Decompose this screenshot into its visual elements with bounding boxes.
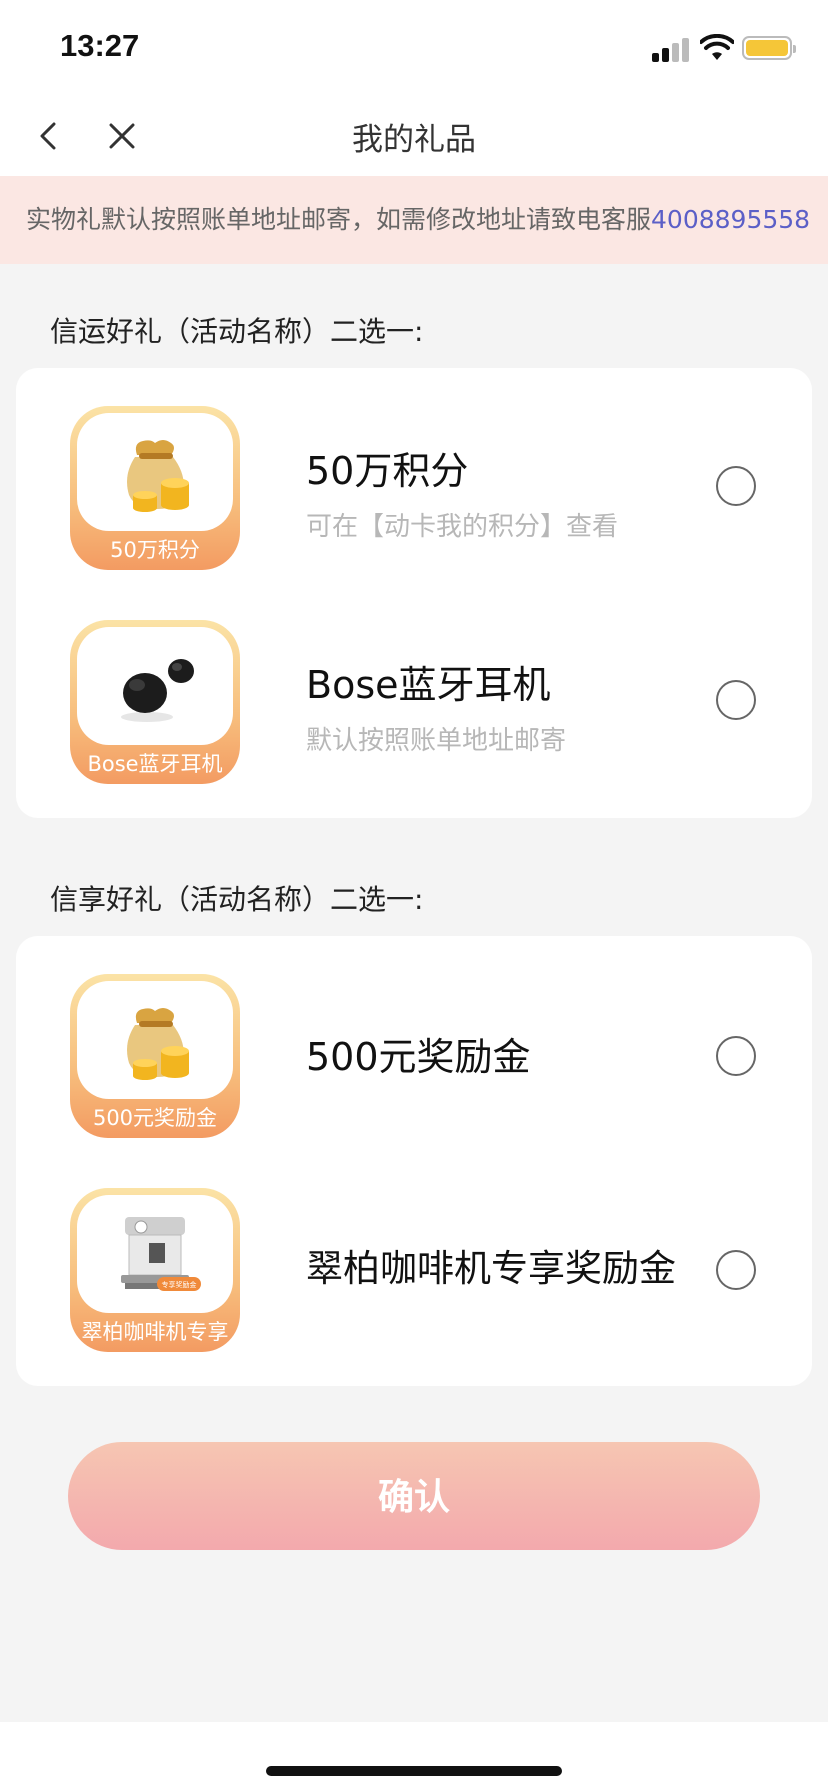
gift-radio-button[interactable] bbox=[716, 466, 756, 506]
page-title: 我的礼品 bbox=[352, 122, 476, 158]
gift-thumbnail: 50万积分 bbox=[70, 406, 240, 570]
battery-icon bbox=[742, 36, 796, 60]
gift-name: 翠柏咖啡机专享奖励金 bbox=[306, 1247, 676, 1290]
gift-thumbnail: 专享奖励金 翠柏咖啡机专享 bbox=[70, 1188, 240, 1352]
gift-thumbnail: 500元奖励金 bbox=[70, 974, 240, 1138]
gift-option-coffee-machine[interactable]: 专享奖励金 翠柏咖啡机专享 翠柏咖啡机专享奖励金 bbox=[16, 1188, 812, 1358]
gift-option-earbuds[interactable]: Bose蓝牙耳机 Bose蓝牙耳机 默认按照账单地址邮寄 bbox=[16, 620, 812, 790]
gift-name: 50万积分 bbox=[306, 449, 469, 493]
gift-card-xinyun: 50万积分 50万积分 可在【动卡我的积分】查看 Bose蓝牙耳机 Bose蓝牙… bbox=[16, 368, 812, 818]
gift-radio-button[interactable] bbox=[716, 1036, 756, 1076]
confirm-button[interactable]: 确认 bbox=[68, 1442, 760, 1550]
gift-thumbnail-label: 翠柏咖啡机专享 bbox=[81, 1320, 229, 1344]
money-bag-icon bbox=[127, 1008, 189, 1080]
gift-name: Bose蓝牙耳机 bbox=[306, 663, 551, 707]
coffee-machine-icon: 专享奖励金 bbox=[121, 1217, 201, 1291]
section-title-xinxiang: 信享好礼（活动名称）二选一: bbox=[50, 883, 424, 916]
gift-thumbnail-label: 500元奖励金 bbox=[92, 1106, 218, 1130]
gift-thumbnail: Bose蓝牙耳机 bbox=[70, 620, 240, 784]
notice-text: 实物礼默认按照账单地址邮寄，如需修改地址请致电客服 bbox=[26, 205, 652, 234]
gift-option-points[interactable]: 50万积分 50万积分 可在【动卡我的积分】查看 bbox=[16, 406, 812, 576]
home-indicator[interactable] bbox=[266, 1766, 562, 1776]
gift-radio-button[interactable] bbox=[716, 1250, 756, 1290]
gift-thumbnail-label: 50万积分 bbox=[110, 538, 200, 562]
address-notice-banner: 实物礼默认按照账单地址邮寄，如需修改地址请致电客服4008895558 bbox=[0, 176, 828, 264]
gift-radio-button[interactable] bbox=[716, 680, 756, 720]
cellular-signal-icon bbox=[652, 36, 692, 62]
gift-description: 可在【动卡我的积分】查看 bbox=[306, 512, 619, 542]
gift-card-xinxiang: 500元奖励金 500元奖励金 专享奖励金 翠柏咖啡机专享 翠柏咖啡机专享奖励金 bbox=[16, 936, 812, 1386]
status-time: 13:27 bbox=[60, 28, 140, 63]
gift-description: 默认按照账单地址邮寄 bbox=[306, 726, 567, 756]
section-title-xinyun: 信运好礼（活动名称）二选一: bbox=[50, 315, 424, 348]
service-phone-link[interactable]: 4008895558 bbox=[651, 205, 810, 234]
money-bag-icon bbox=[127, 440, 189, 512]
gift-option-bonus[interactable]: 500元奖励金 500元奖励金 bbox=[16, 974, 812, 1144]
earbuds-icon bbox=[121, 659, 194, 722]
gift-thumbnail-label: Bose蓝牙耳机 bbox=[87, 752, 223, 776]
nav-bar: 我的礼品 bbox=[0, 96, 828, 176]
home-area bbox=[0, 1722, 828, 1792]
wifi-icon bbox=[700, 34, 734, 60]
badge-label: 专享奖励金 bbox=[162, 1280, 197, 1289]
status-bar: 13:27 bbox=[0, 0, 828, 96]
gift-name: 500元奖励金 bbox=[306, 1035, 531, 1079]
